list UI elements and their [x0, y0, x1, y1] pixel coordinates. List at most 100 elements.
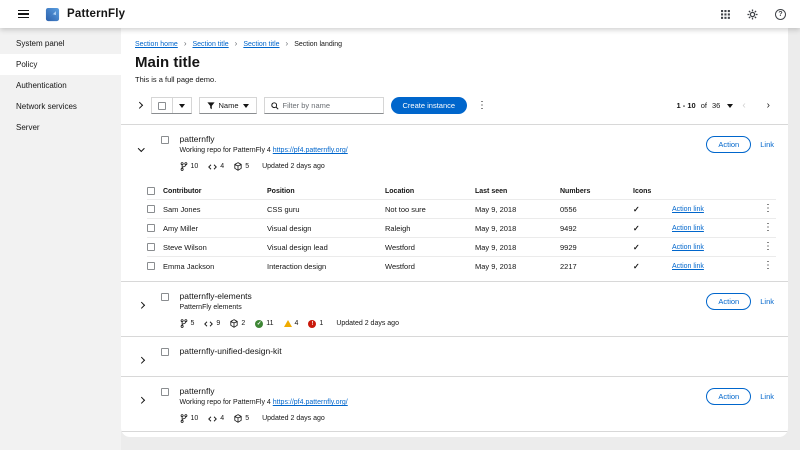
action-link[interactable]: Action link [672, 263, 704, 270]
sidebar-item-network-services[interactable]: Network services [0, 96, 121, 117]
create-instance-button[interactable]: Create instance [391, 97, 468, 114]
apps-grid-icon[interactable] [721, 10, 730, 19]
bulk-select-checkbox[interactable] [152, 102, 172, 110]
page-description: This is a full page demo. [135, 75, 774, 84]
row-checkbox[interactable] [161, 293, 169, 301]
link-button[interactable]: Link [760, 392, 774, 401]
search-input[interactable] [283, 101, 377, 110]
name-filter-dropdown[interactable]: Name [199, 97, 257, 114]
row-checkbox[interactable] [147, 224, 155, 232]
patternfly-logo-icon [45, 7, 60, 22]
link-button[interactable]: Link [760, 297, 774, 306]
check-circle-icon: ✓ [255, 320, 263, 328]
data-list: patternfly Working repo for PatternFly 4… [121, 124, 788, 437]
pagination-prev-button[interactable]: ‹ [738, 101, 749, 111]
repo-title: patternfly [180, 134, 697, 144]
code-icon [204, 320, 213, 328]
row-content: patternfly Working repo for PatternFly 4… [180, 386, 697, 423]
sidebar-item-authentication[interactable]: Authentication [0, 75, 121, 96]
row-checkbox[interactable] [147, 205, 155, 213]
link-button[interactable]: Link [760, 140, 774, 149]
toolbar-kebab-menu[interactable]: ⋮ [474, 100, 490, 112]
repo-description: Working repo for PatternFly 4 https://pf… [180, 399, 697, 406]
row-actions: Action Link [696, 388, 774, 405]
row-expander-button[interactable] [135, 387, 148, 408]
breadcrumb-link[interactable]: Section title [243, 41, 279, 48]
contributor-cell: Steve Wilson [163, 243, 267, 252]
row-kebab-menu[interactable]: ⋮ [760, 260, 776, 272]
action-link[interactable]: Action link [672, 206, 704, 213]
branches-stat: 5 [180, 319, 195, 328]
row-kebab-menu[interactable]: ⋮ [760, 241, 776, 253]
position-cell: Visual design lead [267, 243, 385, 252]
row-checkbox[interactable] [161, 136, 169, 144]
row-kebab-menu[interactable]: ⋮ [760, 203, 776, 215]
repo-title: patternfly [180, 386, 697, 396]
breadcrumb-link[interactable]: Section home [135, 41, 178, 48]
location-cell: Not too sure [385, 205, 475, 214]
repo-url-link[interactable]: https://pf4.patternfly.org/ [273, 147, 348, 154]
nav-toggle-button[interactable] [14, 6, 33, 23]
row-checkbox[interactable] [147, 243, 155, 251]
row-expander-button[interactable] [135, 135, 148, 156]
action-link[interactable]: Action link [672, 244, 704, 251]
contributor-cell: Sam Jones [163, 205, 267, 214]
sidebar-item-server[interactable]: Server [0, 117, 121, 138]
row-checkbox[interactable] [147, 262, 155, 270]
app-window: PatternFly ? System panel Polic [0, 0, 800, 450]
settings-gear-icon[interactable] [747, 9, 758, 20]
action-button[interactable]: Action [706, 388, 751, 405]
check-icon: ✓ [633, 262, 672, 271]
code-branch-icon [180, 414, 188, 423]
packages-stat: 5 [234, 414, 249, 423]
pagination-total: 36 [712, 101, 720, 110]
column-header: Location [385, 188, 475, 195]
action-button[interactable]: Action [706, 293, 751, 310]
check-icon: ✓ [633, 205, 672, 214]
code-icon [208, 415, 217, 423]
table-row: Steve Wilson Visual design lead Westford… [147, 237, 776, 256]
chevron-right-icon: › [184, 40, 187, 48]
repo-url-link[interactable]: https://pf4.patternfly.org/ [273, 399, 348, 406]
code-stat: 4 [208, 163, 224, 171]
repo-stats: 10 4 5 [180, 414, 697, 423]
row-content: patternfly-elements PatternFly elements … [180, 291, 697, 328]
code-stat: 9 [204, 320, 220, 328]
sidebar-item-policy[interactable]: Policy [0, 54, 121, 75]
position-cell: CSS guru [267, 205, 385, 214]
breadcrumb-link[interactable]: Section title [192, 41, 228, 48]
updated-label: Updated 2 days ago [262, 163, 325, 170]
row-kebab-menu[interactable]: ⋮ [760, 222, 776, 234]
bulk-select-caret[interactable] [172, 98, 191, 113]
help-icon[interactable]: ? [775, 9, 786, 20]
chevron-right-icon: › [235, 40, 238, 48]
pagination-next-button[interactable]: › [763, 101, 774, 111]
numbers-cell: 9929 [560, 243, 633, 252]
toolbar: Name Create instance ⋮ 1 - 10 of 36 ‹ › [121, 89, 788, 124]
numbers-cell: 0556 [560, 205, 633, 214]
sidebar-item-system-panel[interactable]: System panel [0, 33, 121, 54]
action-button[interactable]: Action [706, 136, 751, 153]
row-expander-button[interactable] [135, 292, 148, 313]
expand-all-button[interactable] [135, 101, 144, 110]
data-list-item-patternfly: patternfly Working repo for PatternFly 4… [121, 124, 788, 275]
pagination-range: 1 - 10 [677, 101, 696, 110]
breadcrumb-current: Section landing [294, 41, 342, 48]
action-link[interactable]: Action link [672, 225, 704, 232]
pagination-menu-toggle[interactable] [727, 104, 733, 108]
last-seen-cell: May 9, 2018 [475, 243, 560, 252]
filter-funnel-icon [207, 102, 215, 110]
data-list-item-patternfly: patternfly Working repo for PatternFly 4… [121, 376, 788, 431]
brand-title: PatternFly [67, 8, 125, 20]
data-list-item-patternfly-elements: patternfly-elements PatternFly elements … [121, 281, 788, 336]
select-all-checkbox[interactable] [147, 187, 155, 195]
sidebar: System panel Policy Authentication Netwo… [0, 28, 121, 450]
chevron-right-icon [138, 302, 144, 308]
row-checkbox[interactable] [161, 388, 169, 396]
row-checkbox[interactable] [161, 348, 169, 356]
row-expander-button[interactable] [135, 347, 148, 368]
exclamation-circle-icon: ! [308, 320, 316, 328]
cube-icon [230, 319, 238, 328]
data-list-item-patternfly-elements: patternfly-elements PatternFly elements … [121, 431, 788, 437]
hamburger-icon [18, 10, 29, 12]
